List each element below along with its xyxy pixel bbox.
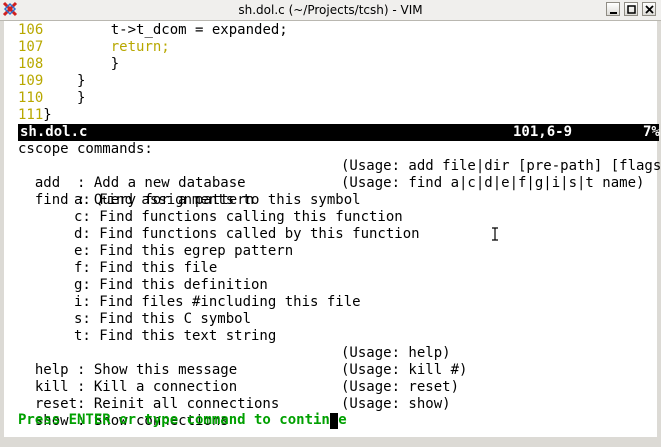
find-option: c: Find functions calling this function <box>74 209 403 225</box>
cscope-header: cscope commands: <box>18 141 153 157</box>
line-number: 107 <box>18 39 44 55</box>
code-text: } <box>43 56 120 72</box>
vim-statusline: sh.dol.c 101,6-9 7% <box>18 124 660 141</box>
find-option: e: Find this egrep pattern <box>74 243 294 259</box>
cscope-command-reset: reset: Reinit all connections (Usage: re… <box>18 379 459 412</box>
command-usage: (Usage: add file|dir [pre-path] [flags]) <box>341 158 661 174</box>
status-cursor-position: 101,6-9 <box>513 124 573 140</box>
maximize-icon <box>627 5 636 14</box>
find-option: a: Find assignments to this symbol <box>74 192 361 208</box>
code-text: } <box>43 90 86 106</box>
line-number: 110 <box>18 90 44 106</box>
code-text: } <box>43 107 52 123</box>
mouse-ibeam-cursor-icon <box>492 227 498 241</box>
line-number: 109 <box>18 73 44 89</box>
window-frame-right <box>657 21 661 437</box>
line-number: 108 <box>18 56 44 72</box>
find-option: f: Find this file <box>74 260 218 276</box>
cscope-command-kill: kill : Kill a connection (Usage: kill #) <box>18 362 468 395</box>
code-line: 108 } <box>18 56 119 73</box>
status-percent: 7% <box>643 124 660 140</box>
continue-prompt: Press ENTER or type command to continue <box>18 412 347 428</box>
window-frame-left <box>0 21 4 437</box>
command-usage: (Usage: kill #) <box>341 362 468 378</box>
code-line: 107 return; <box>18 39 170 56</box>
find-option: t: Find this text string <box>74 328 277 344</box>
code-line: 111} <box>18 107 52 124</box>
code-text: return; <box>43 39 170 55</box>
line-number: 106 <box>18 22 44 38</box>
cscope-command-help: help : Show this message (Usage: help) <box>18 345 451 378</box>
command-usage: (Usage: find a|c|d|e|f|g|i|s|t name) <box>341 175 645 191</box>
minimize-icon <box>610 12 617 14</box>
find-option: i: Find files #including this file <box>74 294 361 310</box>
code-line: 106 t->t_dcom = expanded; <box>18 22 288 39</box>
code-line: 109 } <box>18 73 85 90</box>
command-usage: (Usage: reset) <box>341 379 460 395</box>
find-option: s: Find this C symbol <box>74 311 252 327</box>
status-filename: sh.dol.c <box>20 124 88 140</box>
code-line: 110 } <box>18 90 85 107</box>
command-usage: (Usage: show) <box>341 396 451 412</box>
cscope-command-add: add : Add a new database (Usage: add fil… <box>18 158 661 191</box>
cscope-command-show: show : Show connections (Usage: show) <box>18 396 451 429</box>
cscope-command-find: find : Query for a pattern (Usage: find … <box>18 175 645 208</box>
text-cursor[interactable] <box>330 413 338 429</box>
code-text: t->t_dcom = expanded; <box>43 22 288 38</box>
line-number: 111 <box>18 107 44 123</box>
find-option: d: Find functions called by this functio… <box>74 226 420 242</box>
command-usage: (Usage: help) <box>341 345 451 361</box>
maximize-button[interactable] <box>624 2 638 16</box>
minimize-button[interactable] <box>606 2 620 16</box>
window-title: sh.dol.c (~/Projects/tcsh) - VIM <box>238 3 423 17</box>
code-text: } <box>43 73 86 89</box>
find-option: g: Find this definition <box>74 277 268 293</box>
window-titlebar[interactable]: sh.dol.c (~/Projects/tcsh) - VIM <box>0 0 661 21</box>
close-icon <box>645 5 654 14</box>
close-button[interactable] <box>642 2 656 16</box>
